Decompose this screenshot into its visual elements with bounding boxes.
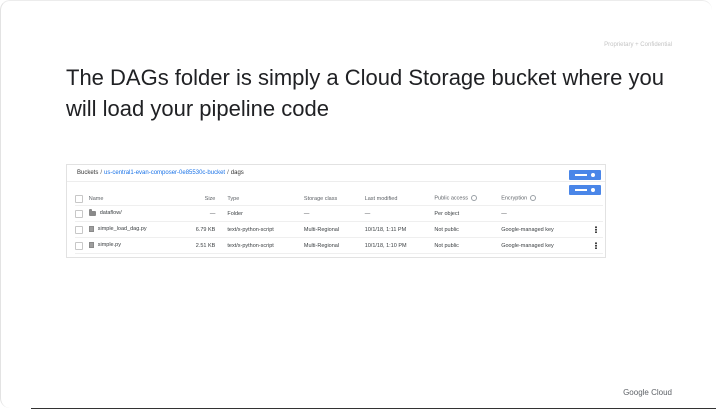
object-encryption: — xyxy=(501,205,590,222)
row-select-cell xyxy=(75,221,89,238)
storage-bucket-icon xyxy=(569,170,601,180)
object-public-access: Not public xyxy=(434,237,502,254)
more-vert-icon[interactable] xyxy=(595,242,598,249)
table-header-row: Name Size Type Storage class Last modifi… xyxy=(75,192,603,206)
object-storage-class: — xyxy=(303,205,365,222)
object-size: 2.51 KB xyxy=(182,237,228,254)
breadcrumb-bucket-link[interactable]: us-central1-evan-composer-0e85530c-bucke… xyxy=(104,170,225,176)
breadcrumb: Buckets / us-central1-evan-composer-0e8553… xyxy=(77,170,244,176)
more-vert-icon[interactable] xyxy=(595,226,598,233)
row-actions-cell xyxy=(589,221,603,238)
object-type: Folder xyxy=(227,205,304,222)
object-storage-class: Multi-Regional xyxy=(303,237,365,254)
row-actions-cell xyxy=(589,205,603,222)
object-encryption: Google-managed key xyxy=(501,221,590,238)
object-name-cell: dataflow/ xyxy=(88,205,183,222)
object-size: 6.79 KB xyxy=(182,221,228,238)
breadcrumb-divider xyxy=(67,181,605,182)
bottom-divider xyxy=(31,408,716,409)
column-header-size[interactable]: Size xyxy=(182,192,228,206)
object-storage-class: Multi-Regional xyxy=(303,221,365,238)
storage-panel-icons xyxy=(569,170,601,200)
folder-icon xyxy=(88,209,96,216)
row-select-cell xyxy=(75,237,89,254)
object-name-link[interactable]: simple_load_dag.py xyxy=(98,226,147,232)
row-checkbox[interactable] xyxy=(75,225,83,234)
table-row[interactable]: dataflow/ — Folder — — Per object — xyxy=(75,205,603,222)
help-icon[interactable]: ? xyxy=(530,195,537,202)
google-cloud-logo: Google Cloud xyxy=(623,388,672,397)
column-header-name[interactable]: Name xyxy=(88,192,183,206)
select-all-cell xyxy=(75,192,89,206)
row-checkbox[interactable] xyxy=(75,209,83,218)
column-header-storage-class[interactable]: Storage class xyxy=(303,192,365,206)
column-header-type[interactable]: Type xyxy=(227,192,304,206)
row-select-cell xyxy=(75,205,89,222)
column-header-last-modified[interactable]: Last modified xyxy=(364,192,435,206)
object-name-link[interactable]: dataflow/ xyxy=(100,210,122,216)
object-type: text/x-python-script xyxy=(227,237,304,254)
column-header-public-access[interactable]: Public access? xyxy=(434,192,502,206)
row-actions-cell xyxy=(589,237,603,254)
breadcrumb-buckets-link[interactable]: Buckets xyxy=(77,170,98,176)
object-name-link[interactable]: simple.py xyxy=(98,242,121,248)
objects-table: Name Size Type Storage class Last modifi… xyxy=(75,192,603,254)
file-icon xyxy=(88,225,94,232)
bucket-browser: Buckets / us-central1-evan-composer-0e8553… xyxy=(66,164,606,258)
column-header-encryption-label: Encryption xyxy=(501,195,528,202)
object-public-access: Per object xyxy=(434,205,502,222)
object-last-modified: 10/1/18, 1:10 PM xyxy=(364,237,435,254)
breadcrumb-current-folder: dags xyxy=(230,170,244,176)
select-all-checkbox[interactable] xyxy=(75,194,83,203)
object-last-modified: 10/1/18, 1:11 PM xyxy=(364,221,435,238)
confidential-label: Proprietary + Confidential xyxy=(604,42,672,48)
slide-headline: The DAGs folder is simply a Cloud Storag… xyxy=(66,65,664,121)
table-row[interactable]: simple.py 2.51 KB text/x-python-script M… xyxy=(75,237,603,254)
object-last-modified: — xyxy=(364,205,435,222)
object-type: text/x-python-script xyxy=(227,221,304,238)
object-name-cell: simple_load_dag.py xyxy=(88,221,183,238)
object-size: — xyxy=(182,205,228,222)
object-name-cell: simple.py xyxy=(88,237,183,254)
row-checkbox[interactable] xyxy=(75,241,83,250)
column-header-public-access-label: Public access xyxy=(434,195,468,202)
help-icon[interactable]: ? xyxy=(471,195,477,202)
slide: Proprietary + Confidential The DAGs fold… xyxy=(0,0,712,408)
file-icon xyxy=(88,241,94,248)
object-encryption: Google-managed key xyxy=(501,237,590,254)
object-public-access: Not public xyxy=(434,221,502,238)
storage-bucket-icon xyxy=(569,185,601,195)
table-row[interactable]: simple_load_dag.py 6.79 KB text/x-python… xyxy=(75,221,603,238)
